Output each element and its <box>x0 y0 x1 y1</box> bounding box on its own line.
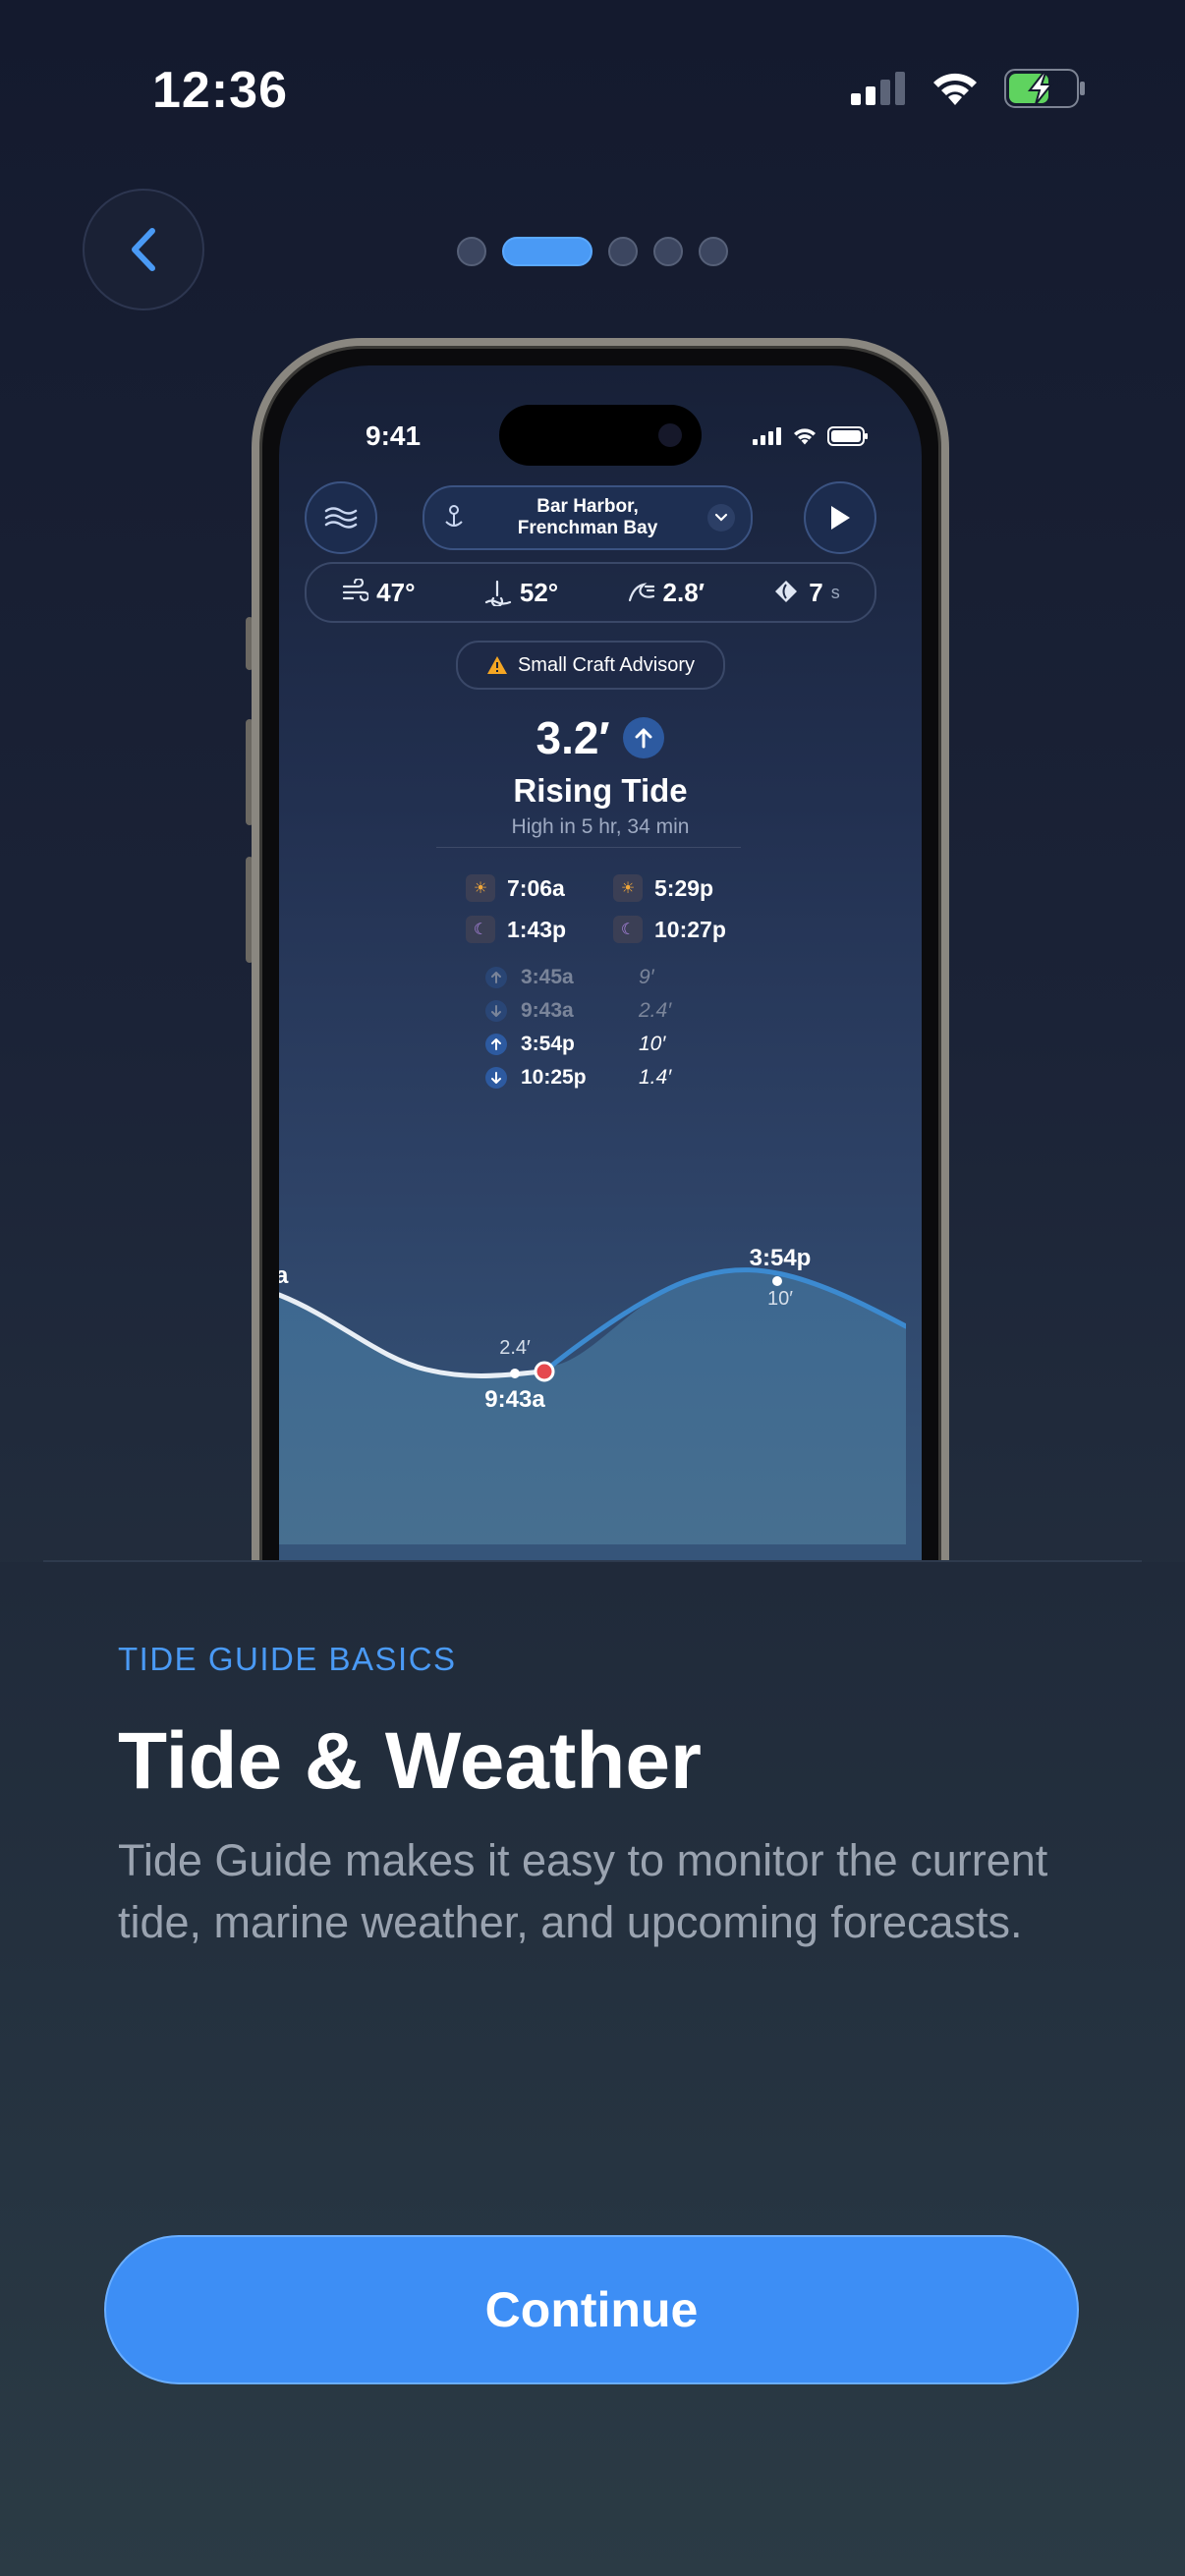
tide-height: 2.4′ <box>639 999 672 1022</box>
onboarding-sheet <box>0 1562 1185 2576</box>
location-line-1: Bar Harbor, <box>536 496 639 517</box>
description-text: Tide Guide makes it easy to monitor the … <box>118 1835 1048 1947</box>
water-temp-icon <box>484 580 511 606</box>
wave-icon <box>628 583 654 602</box>
edge-label: a <box>279 1262 289 1289</box>
page-dot <box>502 237 592 266</box>
sun-moon-time: 10:27p <box>654 916 726 942</box>
moonrise-icon: ☾ <box>466 916 495 943</box>
current-height: 3.2′ <box>279 711 922 764</box>
status-time: 12:36 <box>152 62 288 119</box>
current-position-marker <box>534 1361 555 1382</box>
tide-time: 3:45a <box>521 966 574 988</box>
sunrise-icon: ☀ <box>466 874 495 902</box>
warning-icon <box>486 656 507 674</box>
advisory-badge[interactable]: Small Craft Advisory <box>456 641 725 690</box>
chevron-down-icon <box>714 513 728 522</box>
divider <box>436 847 741 848</box>
location-pin-icon <box>445 505 463 527</box>
phone-mockup: 9:41 Bar Harbor, Frenchman Bay 47° 52° 2… <box>252 338 949 1729</box>
weather-value: 47° <box>376 577 416 607</box>
high-tide-arrow-icon <box>485 1034 507 1055</box>
low-tide-height: 2.4′ <box>499 1337 531 1359</box>
battery-charging-icon <box>1004 69 1085 108</box>
tide-time: 3:54p <box>521 1033 575 1055</box>
page-dot <box>457 237 486 266</box>
chevron-left-icon <box>132 228 155 271</box>
next-tide-countdown: High in 5 hr, 34 min <box>511 815 690 838</box>
weather-unit: s <box>830 582 840 602</box>
phone-screen: 9:41 Bar Harbor, Frenchman Bay 47° 52° 2… <box>279 365 922 1721</box>
back-button[interactable] <box>83 189 204 310</box>
tide-row: 3:54p 10′ <box>485 1028 741 1061</box>
page-dot <box>653 237 683 266</box>
moonset-icon: ☾ <box>613 916 643 943</box>
low-tide-time: 9:43a <box>484 1386 545 1413</box>
tide-height: 10′ <box>639 1033 666 1055</box>
sun-moon-time: 5:29p <box>654 874 714 901</box>
low-tide-arrow-icon <box>485 1000 507 1022</box>
weather-item: 2.8′ <box>628 578 705 608</box>
mockup-status-time: 9:41 <box>366 420 422 451</box>
wifi-icon <box>794 428 816 445</box>
sun-moon-times: ☀ 7:06a ☀ 5:29p ☾ 1:43p ☾ 10:27p <box>466 874 761 943</box>
tide-row: 9:43a 2.4′ <box>485 994 741 1028</box>
tide-row: 3:45a 9′ <box>485 961 741 994</box>
current-height-value: 3.2′ <box>536 712 610 763</box>
sun-moon-item: ☾ 1:43p <box>466 916 613 943</box>
continue-button[interactable]: Continue <box>104 2235 1079 2384</box>
tide-area <box>279 1269 906 1544</box>
cellular-signal-icon <box>753 427 781 445</box>
tides-menu-button[interactable] <box>305 481 377 554</box>
dynamic-island <box>499 405 702 466</box>
rising-arrow-icon <box>623 717 665 758</box>
mockup-status-icons <box>753 426 869 446</box>
swell-period-icon <box>775 581 798 602</box>
battery-icon <box>827 426 868 446</box>
weather-value: 52° <box>519 577 559 607</box>
tide-state: Rising Tide <box>513 772 688 809</box>
sun-moon-item: ☾ 10:27p <box>613 916 761 943</box>
page-dot <box>699 237 728 266</box>
sun-moon-item: ☀ 5:29p <box>613 874 761 902</box>
tide-chart[interactable]: a 2.4′ 9:43a 3:54p 10′ <box>279 1073 906 1544</box>
low-tide-point <box>510 1369 520 1378</box>
sun-moon-time: 1:43p <box>507 916 567 942</box>
advisory-text: Small Craft Advisory <box>517 653 696 676</box>
page-title: Tide & Weather <box>118 1716 702 1806</box>
play-button[interactable] <box>804 481 876 554</box>
sunset-icon: ☀ <box>613 874 643 902</box>
location-selector[interactable]: Bar Harbor, Frenchman Bay <box>423 485 753 550</box>
weather-item: 47° <box>341 577 416 608</box>
wifi-icon <box>933 73 977 105</box>
weather-value: 7 <box>809 577 823 607</box>
tide-height: 9′ <box>639 966 654 988</box>
high-tide-height: 10′ <box>767 1288 793 1310</box>
sun-moon-item: ☀ 7:06a <box>466 874 613 902</box>
wind-icon <box>343 579 369 602</box>
high-tide-arrow-icon <box>485 967 507 988</box>
weather-value: 2.8′ <box>662 577 705 607</box>
location-line-2: Frenchman Bay <box>517 518 658 538</box>
tide-time: 9:43a <box>521 999 574 1022</box>
weather-item: 7s <box>773 577 840 608</box>
sun-moon-time: 7:06a <box>507 874 565 901</box>
waves-icon <box>324 507 358 529</box>
high-tide-time: 3:54p <box>750 1245 812 1271</box>
high-tide-point <box>772 1276 782 1286</box>
weather-summary[interactable]: 47° 52° 2.8′ 7 s <box>305 562 876 623</box>
page-indicator <box>457 237 728 266</box>
section-eyebrow: TIDE GUIDE BASICS <box>118 1641 457 1677</box>
play-icon <box>831 506 850 530</box>
page-dot <box>608 237 638 266</box>
sheet-divider <box>43 1560 1142 1562</box>
cellular-signal-icon <box>851 72 905 105</box>
status-icons <box>851 69 1087 108</box>
weather-item: 52° <box>484 578 558 608</box>
